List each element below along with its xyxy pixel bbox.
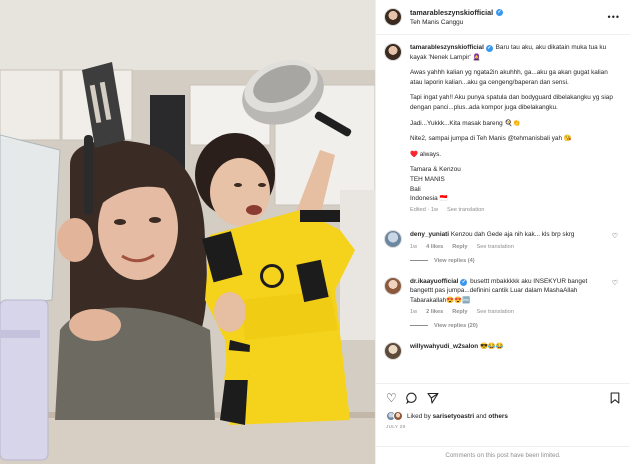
post-actions: ♡ Liked by sarisetyoastri and others JUL… (376, 383, 630, 430)
caption-body: tamarableszynskiofficial ✓ Baru tau aku, … (410, 43, 618, 215)
liked-by-text: Liked by sarisetyoastri and others (407, 413, 508, 420)
liker-avatar[interactable] (393, 411, 403, 421)
comment-row: dr.ikaayuofficial ✓ busettt mbakkkkk aku … (376, 270, 630, 318)
comment-icon[interactable] (406, 392, 418, 404)
comment-body: dr.ikaayuofficial ✓ busettt mbakkkkk aku … (410, 277, 618, 318)
author-info: tamarableszynskiofficial ✓ Teh Manis Can… (410, 8, 608, 26)
caption-text-5: Nite2, sampai jumpa di Teh Manis @tehman… (410, 135, 572, 143)
view-replies-button[interactable]: View replies (20) (376, 318, 630, 329)
comment-content: dr.ikaayuofficial ✓ busettt mbakkkkk aku … (410, 277, 610, 306)
author-username[interactable]: tamarableszynskiofficial (410, 8, 493, 17)
comment-like-heart-icon[interactable]: ♡ (612, 232, 618, 240)
commenter-username[interactable]: willywahyudi_w2salon (410, 343, 478, 350)
comment-age: 1w (410, 309, 418, 316)
liked-by-prefix: Liked by (407, 412, 433, 420)
commenter-username[interactable]: deny_yuniati (410, 231, 449, 238)
see-translation-link[interactable]: See translation (447, 206, 484, 216)
signature-line-1: Tamara & Kenzou (410, 166, 461, 174)
heart-icon[interactable]: ♡ (386, 392, 397, 404)
post-detail-panel: tamarableszynskiofficial ✓ Teh Manis Can… (375, 0, 630, 464)
comment-body: willywahyudi_w2salon 😎😂😂 (410, 342, 618, 360)
comment-meta: 1w 4 likes Reply See translation (410, 243, 610, 253)
comment-likes-count[interactable]: 2 likes (426, 308, 443, 318)
liked-by-user[interactable]: sarisetyoastri (433, 413, 475, 420)
comment-row: deny_yuniati Kenzou dah Gede aja nih kak… (376, 223, 630, 252)
replies-divider (410, 325, 428, 327)
caption-text-2: Awas yahhh kalian yg ngata2in akuhhh, ga… (410, 69, 608, 86)
caption-avatar[interactable] (384, 43, 402, 61)
caption-text-6: ♥️ always. (410, 150, 442, 158)
caption-username[interactable]: tamarableszynskiofficial (410, 44, 484, 51)
signature-line-2: TEH MANIS (410, 175, 445, 183)
bookmark-icon[interactable] (610, 392, 620, 404)
post-image-illustration (0, 0, 375, 464)
verified-badge-icon: ✓ (485, 45, 493, 52)
caption-signature: Tamara & Kenzou TEH MANIS Bali Indonesia… (410, 165, 618, 203)
action-icons-row: ♡ (386, 391, 620, 405)
post-date[interactable]: JULY 29 (386, 425, 620, 430)
comment-like-heart-icon[interactable]: ♡ (612, 279, 618, 287)
verified-badge-icon: ✓ (460, 278, 468, 286)
comment-likes-count[interactable]: 4 likes (426, 243, 443, 253)
commenter-avatar[interactable] (384, 341, 402, 360)
liked-by-and: and (474, 412, 489, 420)
reply-button[interactable]: Reply (452, 308, 467, 318)
view-replies-label: View replies (20) (434, 322, 478, 329)
post-header: tamarableszynskiofficial ✓ Teh Manis Can… (376, 0, 630, 35)
view-replies-label: View replies (4) (434, 257, 475, 264)
liked-by-others[interactable]: others (488, 413, 508, 420)
caption-first-paragraph: tamarableszynskiofficial ✓ Baru tau aku, … (410, 43, 618, 62)
see-translation-link[interactable]: See translation (477, 308, 514, 318)
caption-meta: Edited · 1w See translation (410, 206, 618, 216)
author-username-row: tamarableszynskiofficial ✓ (410, 8, 608, 17)
comment-body: deny_yuniati Kenzou dah Gede aja nih kak… (410, 230, 618, 252)
comments-scroll-area[interactable]: tamarableszynskiofficial ✓ Baru tau aku, … (376, 36, 630, 376)
verified-badge-icon: ✓ (496, 9, 504, 16)
comment-item: ♡ deny_yuniati Kenzou dah Gede aja nih k… (376, 223, 630, 264)
comment-text: Kenzou dah Gede aja nih kak... kls brp s… (449, 231, 575, 239)
caption: tamarableszynskiofficial ✓ Baru tau aku, … (376, 36, 630, 215)
commenter-username[interactable]: dr.ikaayuofficial (410, 278, 458, 285)
post-location[interactable]: Teh Manis Canggu (410, 19, 608, 26)
comments-limited-notice: Comments on this post have been limited. (376, 446, 630, 464)
comment-age: 1w (410, 243, 418, 250)
comment-text: 😎😂😂 (478, 342, 504, 350)
post-photo[interactable] (0, 0, 375, 464)
reply-button[interactable]: Reply (452, 243, 467, 253)
replies-divider (410, 260, 428, 261)
liked-by-row: Liked by sarisetyoastri and others (386, 411, 620, 421)
comment-item: willywahyudi_w2salon 😎😂😂 (376, 335, 630, 360)
caption-edited-time: Edited · 1w (410, 206, 438, 213)
view-replies-button[interactable]: View replies (4) (376, 253, 630, 264)
comment-content: willywahyudi_w2salon 😎😂😂 (410, 342, 618, 352)
commenter-avatar[interactable] (384, 276, 402, 295)
signature-line-4: Indonesia 🇮🇩 (410, 195, 448, 203)
share-icon[interactable] (427, 392, 439, 404)
author-avatar[interactable] (384, 8, 402, 26)
signature-line-3: Bali (410, 185, 421, 193)
comment-content: deny_yuniati Kenzou dah Gede aja nih kak… (410, 230, 610, 240)
more-options-icon[interactable]: ••• (608, 12, 620, 22)
see-translation-link[interactable]: See translation (477, 243, 514, 253)
caption-text-3: Tapi ingat yah!! Aku punya spatula dan b… (410, 94, 613, 111)
caption-text-4: Jadi...Yukkk...Kita masak bareng 🍳👏 (410, 119, 521, 127)
commenter-avatar[interactable] (384, 230, 402, 249)
comment-row: willywahyudi_w2salon 😎😂😂 (376, 335, 630, 360)
comment-meta: 1w 2 likes Reply See translation (410, 308, 610, 318)
comment-item: ♡ dr.ikaayuofficial ✓ busettt mbakkkkk ak… (376, 270, 630, 329)
